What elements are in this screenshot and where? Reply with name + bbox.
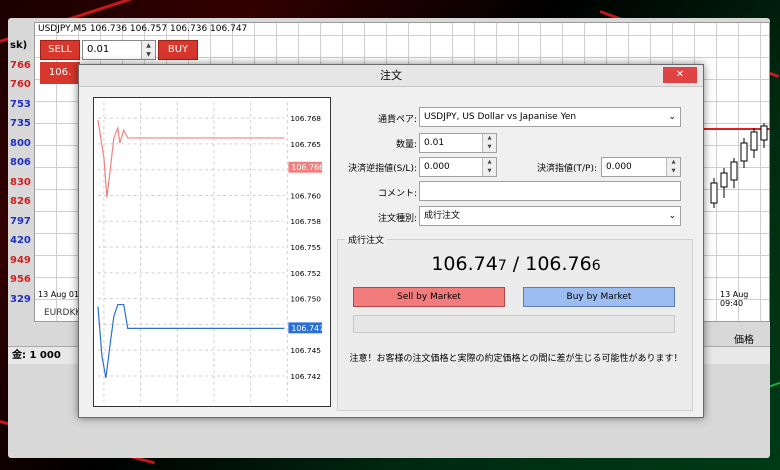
comment-input[interactable] [419, 181, 681, 201]
quote-display: 106.747 / 106.766 [339, 253, 693, 275]
sl-spinner-icon[interactable]: ▲ ▼ [482, 158, 496, 176]
ask-price-label: 106.766 [291, 163, 324, 172]
volume-spinner-icon[interactable]: ▲ ▼ [482, 134, 496, 152]
order-type-label: 注文種別: [377, 214, 417, 224]
tp-spinner-icon[interactable]: ▲ ▼ [666, 158, 680, 176]
left-price-label: 800 [10, 137, 31, 149]
bid-price-label: 106.747 [291, 324, 324, 333]
left-price-label: 797 [10, 215, 31, 227]
left-price-label: 956 [10, 274, 31, 285]
volume-value: 0.01 [424, 138, 445, 148]
quick-lot-input[interactable]: 0.01 ▲ ▼ [82, 40, 156, 60]
left-price-label: 735 [10, 118, 31, 129]
y-tick-label: 106.742 [290, 372, 321, 381]
left-price-column: sk) 766 760 753 735 800 806 830 826 797 420 949 956 3… [8, 36, 34, 309]
left-price-label: 766 [10, 59, 31, 71]
volume-input[interactable]: 0.01 ▲ ▼ [419, 133, 497, 153]
symbol-value: USDJPY, US Dollar vs Japanise Yen [424, 112, 577, 122]
left-price-label: 806 [10, 157, 31, 168]
left-price-label: 826 [10, 196, 31, 207]
time-axis-left: 13 Aug 01: [38, 290, 82, 299]
order-type-select[interactable]: 成行注文 ⌄ [419, 206, 681, 226]
price-column-header: 価格 [734, 335, 754, 346]
tp-label: 決済指値(T/P): [536, 164, 597, 174]
bid-quote-pip: 7 [497, 258, 507, 274]
symbol-label: 通貨ペア: [377, 115, 417, 125]
left-price-label: 753 [10, 98, 31, 110]
order-dialog: 注文 ✕ 106.768106.765106.763106.760106.758… [78, 64, 704, 418]
tp-input[interactable]: 0.000 ▲ ▼ [601, 157, 681, 177]
comment-label: コメント: [377, 189, 417, 199]
lot-spinner-icon[interactable]: ▲ ▼ [141, 41, 155, 59]
order-type-value: 成行注文 [424, 211, 461, 221]
sl-value: 0.000 [424, 162, 450, 172]
sell-quote[interactable]: 106. [40, 62, 80, 84]
quote-separator: / [506, 253, 526, 275]
y-tick-label: 106.758 [290, 217, 321, 226]
quick-lot-value: 0.01 [87, 44, 110, 55]
execution-progress [353, 315, 675, 333]
y-tick-label: 106.768 [290, 114, 321, 123]
symbol-tab[interactable]: EURDKK [44, 308, 81, 318]
quick-sell-button[interactable]: SELL [40, 40, 80, 60]
chevron-down-icon: ⌄ [668, 112, 676, 122]
slippage-warning: 注意！お客様の注文価格と実際の約定価格との間に差が生じる可能性があります！ [349, 354, 683, 364]
chevron-down-icon: ⌄ [668, 211, 676, 221]
tick-chart-grid [97, 102, 288, 402]
left-price-label: 329 [10, 293, 31, 305]
symbol-info: USDJPY,M5 106.736 106.757 106.736 106.74… [38, 24, 248, 34]
ask-line [97, 120, 285, 198]
sl-label: 決済逆指値(S/L): [348, 164, 417, 174]
tick-chart: 106.768106.765106.763106.760106.758106.7… [93, 97, 331, 407]
time-axis-right: 13 Aug 09:40 [720, 290, 749, 308]
sell-by-market-button[interactable]: Sell by Market [353, 287, 505, 307]
dialog-title: 注文 [79, 65, 703, 87]
y-tick-label: 106.752 [290, 269, 321, 278]
tp-value: 0.000 [606, 162, 632, 172]
y-tick-label: 106.755 [290, 243, 321, 252]
ask-quote-pip: 6 [591, 258, 601, 274]
market-order-title: 成行注文 [345, 233, 388, 246]
sl-input[interactable]: 0.000 ▲ ▼ [419, 157, 497, 177]
bid-line [97, 303, 285, 379]
left-price-label: 830 [10, 176, 31, 188]
left-price-label: 420 [10, 235, 31, 246]
y-tick-label: 106.745 [290, 346, 321, 355]
quick-buy-button[interactable]: BUY [158, 40, 198, 60]
y-tick-label: 106.750 [290, 295, 321, 304]
left-price-label: sk) [10, 40, 28, 51]
bid-quote-main: 106.74 [431, 253, 498, 275]
buy-by-market-button[interactable]: Buy by Market [523, 287, 675, 307]
left-price-label: 760 [10, 79, 31, 90]
y-tick-label: 106.765 [290, 140, 321, 149]
ask-quote-main: 106.76 [525, 253, 592, 275]
volume-label: 数量: [395, 140, 417, 150]
candlesticks [710, 123, 768, 208]
left-price-label: 949 [10, 254, 31, 266]
y-tick-label: 106.760 [290, 191, 321, 200]
symbol-select[interactable]: USDJPY, US Dollar vs Japanise Yen ⌄ [419, 107, 681, 127]
close-icon[interactable]: ✕ [663, 67, 697, 83]
